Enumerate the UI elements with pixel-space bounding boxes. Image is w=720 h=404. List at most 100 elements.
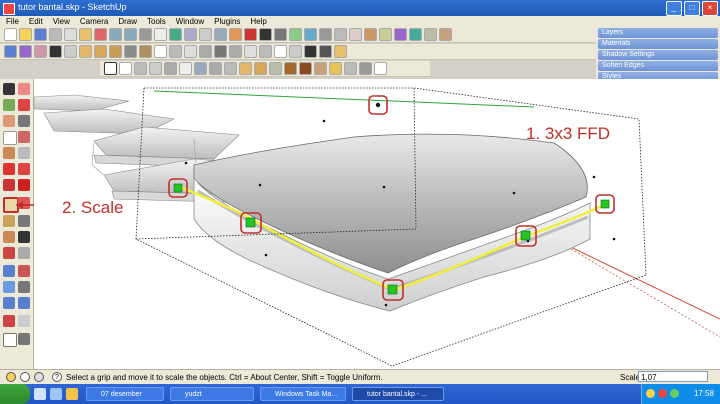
- new-icon[interactable]: [4, 28, 17, 41]
- print-icon[interactable]: [139, 28, 152, 41]
- axes-tool-icon[interactable]: [3, 247, 15, 259]
- torus-icon[interactable]: [139, 45, 152, 58]
- scale-icon[interactable]: [184, 45, 197, 58]
- selected-pillow[interactable]: [179, 133, 605, 312]
- zoom-extents-tool-icon[interactable]: [3, 297, 15, 309]
- sphere-icon[interactable]: [94, 45, 107, 58]
- hemisphere-icon[interactable]: [314, 62, 327, 75]
- arc-tool-icon[interactable]: [18, 131, 30, 143]
- look-around-tool-icon[interactable]: [3, 333, 17, 347]
- pan-icon[interactable]: [199, 28, 212, 41]
- menu-draw[interactable]: Draw: [118, 16, 137, 27]
- open-icon[interactable]: [19, 28, 32, 41]
- grid-icon[interactable]: [154, 45, 167, 58]
- camera-icon[interactable]: [169, 28, 182, 41]
- shape-icon[interactable]: [79, 45, 92, 58]
- select-tool-icon[interactable]: [3, 83, 15, 95]
- home-icon[interactable]: [229, 28, 242, 41]
- loop-icon[interactable]: [134, 62, 147, 75]
- menu-window[interactable]: Window: [176, 16, 204, 27]
- rotate-tool-icon[interactable]: [3, 179, 15, 191]
- front-view-icon[interactable]: [244, 28, 257, 41]
- knife-icon[interactable]: [224, 62, 237, 75]
- extrude-icon[interactable]: [254, 62, 267, 75]
- circle-tool-icon[interactable]: [3, 131, 17, 145]
- cylinder-icon[interactable]: [124, 45, 137, 58]
- paint-tool-icon[interactable]: [3, 99, 15, 111]
- eraser-alt-icon[interactable]: [18, 99, 30, 111]
- torus-tool-icon[interactable]: [284, 62, 297, 75]
- rotate-icon[interactable]: [214, 45, 227, 58]
- orbit-icon[interactable]: [184, 28, 197, 41]
- menu-camera[interactable]: Camera: [80, 16, 108, 27]
- tube-icon[interactable]: [344, 62, 357, 75]
- section-icon[interactable]: [289, 28, 302, 41]
- dimension-icon[interactable]: [274, 45, 287, 58]
- erase-icon[interactable]: [94, 28, 107, 41]
- drawing-viewport[interactable]: 1. 3x3 FFD 2. Scale: [34, 79, 720, 369]
- line-icon[interactable]: [49, 45, 62, 58]
- text-icon[interactable]: [304, 45, 317, 58]
- move-icon[interactable]: [199, 45, 212, 58]
- protractor-icon[interactable]: [289, 45, 302, 58]
- cone-icon[interactable]: [109, 45, 122, 58]
- smooth-icon[interactable]: [209, 62, 222, 75]
- model-info-icon[interactable]: [154, 28, 167, 41]
- hidden-line-icon[interactable]: [334, 28, 347, 41]
- start-button[interactable]: [0, 384, 30, 404]
- cube-icon[interactable]: [239, 62, 252, 75]
- 3d-text-tool-icon[interactable]: [18, 247, 30, 259]
- menu-tools[interactable]: Tools: [147, 16, 166, 27]
- zoom-icon[interactable]: [214, 28, 227, 41]
- zoom-tool-icon[interactable]: [3, 281, 15, 293]
- plane-icon[interactable]: [374, 62, 387, 75]
- menu-help[interactable]: Help: [250, 16, 266, 27]
- pan-tool-icon[interactable]: [18, 265, 30, 277]
- save-icon[interactable]: [34, 28, 47, 41]
- text-tool-icon[interactable]: [18, 231, 30, 243]
- monochrome-icon[interactable]: [379, 28, 392, 41]
- ffd-icon[interactable]: [169, 45, 182, 58]
- paint-bucket-icon[interactable]: [19, 45, 32, 58]
- freehand-tool-icon[interactable]: [18, 147, 30, 159]
- task-07-desember[interactable]: 07 desember: [86, 387, 164, 401]
- cylinder-tool-icon[interactable]: [269, 62, 282, 75]
- tray-icon-1[interactable]: [646, 389, 655, 398]
- previous-view-tool-icon[interactable]: [18, 297, 30, 309]
- cut-icon[interactable]: [49, 28, 62, 41]
- axes-icon[interactable]: [319, 45, 332, 58]
- polygon-tool-icon[interactable]: [3, 147, 15, 159]
- maximize-button[interactable]: □: [684, 1, 700, 16]
- close-button[interactable]: ×: [702, 1, 718, 16]
- move-tool-icon[interactable]: [3, 163, 15, 175]
- menu-edit[interactable]: Edit: [29, 16, 43, 27]
- redo-icon[interactable]: [124, 28, 137, 41]
- tray-icon-2[interactable]: [658, 389, 667, 398]
- menu-view[interactable]: View: [53, 16, 70, 27]
- left-view-icon[interactable]: [274, 28, 287, 41]
- position-camera-tool-icon[interactable]: [3, 315, 15, 327]
- minimize-button[interactable]: _: [666, 1, 682, 16]
- paste-icon[interactable]: [79, 28, 92, 41]
- 3d-text-icon[interactable]: [334, 45, 347, 58]
- eraser-icon[interactable]: [34, 45, 47, 58]
- tray-soften-edges[interactable]: Soften Edges: [598, 61, 718, 71]
- follow-me-icon[interactable]: [229, 45, 242, 58]
- follow-me-tool-icon[interactable]: [18, 179, 30, 191]
- task-windows-task-manager[interactable]: Windows Task Ma...: [260, 387, 346, 401]
- tray-layers[interactable]: Layers: [598, 28, 718, 38]
- desktop-quicklaunch-icon[interactable]: [50, 388, 62, 400]
- undo-icon[interactable]: [109, 28, 122, 41]
- task-yudzt[interactable]: yudzt: [170, 387, 254, 401]
- textured-icon[interactable]: [364, 28, 377, 41]
- eraser-tool-icon[interactable]: [18, 83, 30, 95]
- grip-top-center[interactable]: [368, 95, 388, 115]
- measurement-input[interactable]: 1,07: [638, 371, 708, 382]
- grip-right[interactable]: [595, 194, 615, 214]
- folder-quicklaunch-icon[interactable]: [66, 388, 78, 400]
- walk-tool-icon[interactable]: [18, 315, 30, 327]
- menu-file[interactable]: File: [6, 16, 19, 27]
- wireframe-icon[interactable]: [319, 28, 332, 41]
- arc-icon[interactable]: [64, 45, 77, 58]
- tape-tool-icon[interactable]: [3, 215, 15, 227]
